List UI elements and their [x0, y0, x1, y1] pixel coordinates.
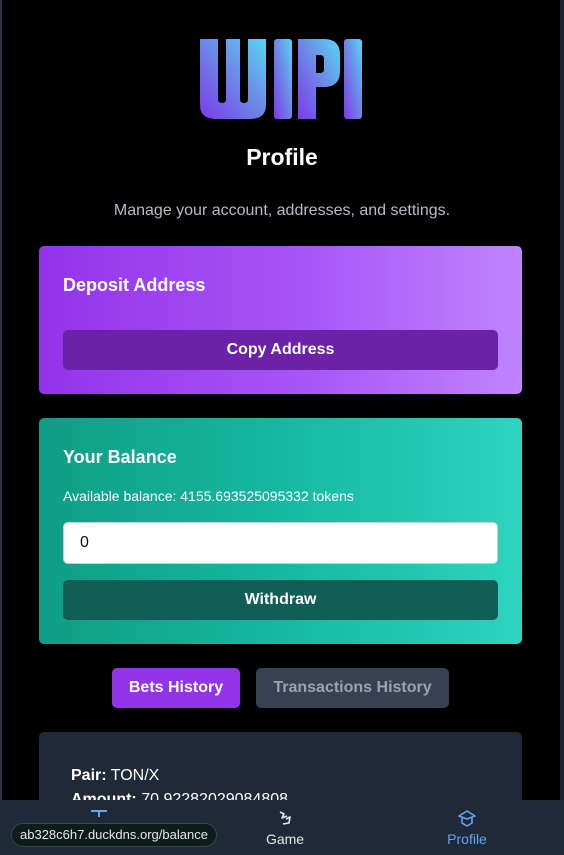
- copy-address-button[interactable]: Copy Address: [63, 330, 498, 370]
- window-border-left: [0, 0, 2, 855]
- page-title: Profile: [246, 144, 318, 170]
- bet-pair-value: TON/X: [110, 767, 160, 784]
- game-icon: [279, 811, 291, 825]
- page-subtitle: Manage your account, addresses, and sett…: [113, 202, 451, 219]
- link-preview-tooltip: ab328c6h7.duckdns.org/balance: [11, 823, 217, 847]
- nav-item-game[interactable]: Game: [255, 800, 315, 855]
- wipi-logo: [200, 39, 362, 119]
- withdraw-button[interactable]: Withdraw: [63, 580, 498, 620]
- available-balance-text: Available balance: 4155.693525095332 tok…: [63, 488, 354, 504]
- profile-icon: [458, 810, 476, 827]
- deposit-address-card: Deposit Address Copy Address: [39, 246, 522, 394]
- nav-game-label: Game: [265, 831, 305, 847]
- withdraw-amount-input[interactable]: [63, 522, 498, 564]
- bet-pair-row: Pair: TON/X: [71, 767, 159, 785]
- tab-bets-history[interactable]: Bets History: [112, 668, 240, 708]
- nav-item-profile[interactable]: Profile: [432, 800, 502, 855]
- deposit-address-title: Deposit Address: [63, 275, 206, 295]
- nav-profile-label: Profile: [447, 831, 487, 847]
- balance-card: Your Balance Available balance: 4155.693…: [39, 418, 522, 644]
- transfer-icon: [91, 810, 107, 817]
- tab-transactions-history[interactable]: Transactions History: [256, 668, 449, 708]
- balance-title: Your Balance: [63, 447, 177, 467]
- scrollbar-track[interactable]: [560, 0, 564, 855]
- bet-pair-label: Pair:: [71, 767, 107, 784]
